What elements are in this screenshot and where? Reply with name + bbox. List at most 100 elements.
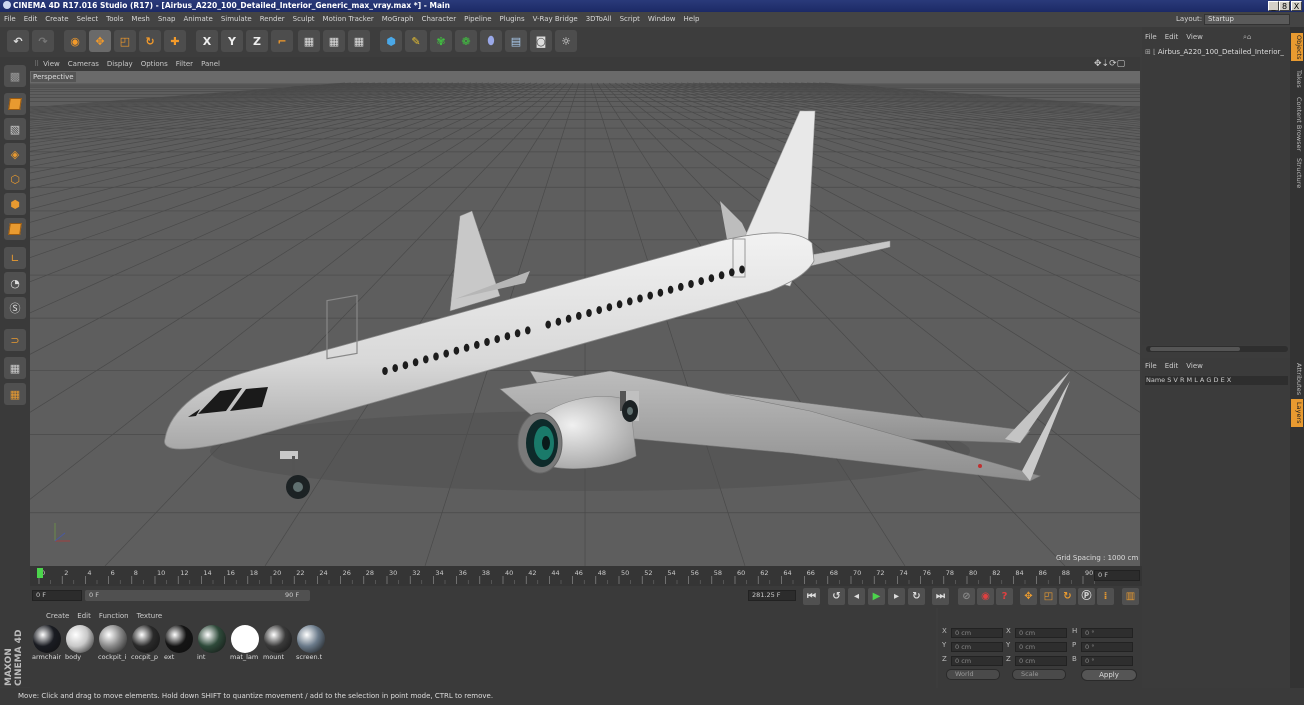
camera-icon[interactable]: ◙ bbox=[530, 30, 552, 52]
magnet-icon[interactable]: ⊃ bbox=[4, 329, 26, 351]
move-tool-icon[interactable]: ✥ bbox=[89, 30, 111, 52]
make-editable-icon[interactable]: ▩ bbox=[4, 65, 26, 87]
menu-vray-bridge[interactable]: V-Ray Bridge bbox=[533, 15, 578, 23]
axis-mode-icon[interactable]: ∟ bbox=[4, 247, 26, 269]
fps-field[interactable]: 281.25 F bbox=[748, 590, 796, 601]
menu-render[interactable]: Render bbox=[260, 15, 285, 23]
next-key-icon[interactable]: ↻ bbox=[908, 588, 925, 605]
record-disabled-icon[interactable]: ⊘ bbox=[958, 588, 975, 605]
viewport-view-menu[interactable]: View bbox=[43, 60, 60, 68]
apply-button[interactable]: Apply bbox=[1081, 669, 1137, 681]
layout-select[interactable]: Startup bbox=[1204, 14, 1290, 25]
viewport-options-menu[interactable]: Options bbox=[141, 60, 168, 68]
viewport-display-menu[interactable]: Display bbox=[107, 60, 133, 68]
light-icon[interactable]: ☼ bbox=[555, 30, 577, 52]
tweak-icon[interactable]: ◔ bbox=[4, 272, 26, 294]
tab-objects[interactable]: Objects bbox=[1291, 33, 1303, 61]
material-function-menu[interactable]: Function bbox=[99, 612, 129, 620]
key-pla-icon[interactable]: ⁞ bbox=[1097, 588, 1114, 605]
material-swatch[interactable]: cocpit_p bbox=[131, 625, 161, 661]
material-swatch[interactable]: mat_lam bbox=[230, 625, 260, 661]
coord-value-field[interactable]: 0 cm bbox=[1015, 642, 1067, 652]
live-selection-icon[interactable]: ◉ bbox=[64, 30, 86, 52]
material-create-menu[interactable]: Create bbox=[46, 612, 69, 620]
y-axis-button[interactable]: Y bbox=[221, 30, 243, 52]
snapping-icon[interactable]: Ⓢ bbox=[4, 297, 26, 319]
menu-edit[interactable]: Edit bbox=[24, 15, 38, 23]
workplane-icon[interactable]: ◈ bbox=[4, 143, 26, 165]
coordinate-mode-select[interactable]: Scale bbox=[1012, 669, 1066, 680]
object-manager-scrollbar[interactable] bbox=[1146, 346, 1288, 352]
coord-value-field[interactable]: 0 cm bbox=[951, 628, 1003, 638]
render-picture-viewer-icon[interactable]: ▦ bbox=[323, 30, 345, 52]
key-position-icon[interactable]: ✥ bbox=[1020, 588, 1037, 605]
tab-takes[interactable]: Takes bbox=[1291, 67, 1303, 91]
menu-snap[interactable]: Snap bbox=[158, 15, 176, 23]
menu-tools[interactable]: Tools bbox=[106, 15, 123, 23]
minimize-button[interactable]: _ bbox=[1268, 1, 1279, 11]
menu-create[interactable]: Create bbox=[45, 15, 68, 23]
menu-select[interactable]: Select bbox=[77, 15, 99, 23]
pen-spline-icon[interactable]: ✎ bbox=[405, 30, 427, 52]
render-view-icon[interactable]: ▦ bbox=[298, 30, 320, 52]
go-to-end-icon[interactable]: ⏭ bbox=[932, 588, 949, 605]
menu-motion-tracker[interactable]: Motion Tracker bbox=[323, 15, 374, 23]
undo-icon[interactable]: ↶ bbox=[7, 30, 29, 52]
viewport-filter-menu[interactable]: Filter bbox=[176, 60, 193, 68]
subdivision-icon[interactable]: ✾ bbox=[430, 30, 452, 52]
cube-object-icon[interactable]: ⬢ bbox=[380, 30, 402, 52]
planar-workplane-icon[interactable]: ▦ bbox=[4, 383, 26, 405]
objects-view-menu[interactable]: View bbox=[1186, 33, 1203, 41]
material-swatch[interactable]: screen.t bbox=[296, 625, 326, 661]
texture-mode-icon[interactable]: ▧ bbox=[4, 118, 26, 140]
key-rotation-icon[interactable]: ↻ bbox=[1059, 588, 1076, 605]
close-button[interactable]: X bbox=[1291, 1, 1302, 11]
layers-view-menu[interactable]: View bbox=[1186, 362, 1203, 370]
timeline-window-icon[interactable]: ▥ bbox=[1122, 588, 1139, 605]
viewport-cameras-menu[interactable]: Cameras bbox=[68, 60, 99, 68]
go-to-start-icon[interactable]: ⏮ bbox=[803, 588, 820, 605]
play-icon[interactable]: ▶ bbox=[868, 588, 885, 605]
menu-mograph[interactable]: MoGraph bbox=[382, 15, 414, 23]
material-swatch[interactable]: int bbox=[197, 625, 227, 661]
playhead-marker[interactable] bbox=[37, 568, 43, 578]
objects-edit-menu[interactable]: Edit bbox=[1165, 33, 1179, 41]
tab-content-browser[interactable]: Content Browser bbox=[1291, 95, 1303, 153]
material-swatch[interactable]: cockpit_i bbox=[98, 625, 128, 661]
coord-value-field[interactable]: 0 cm bbox=[951, 656, 1003, 666]
next-frame-icon[interactable]: ▸ bbox=[888, 588, 905, 605]
start-frame-field[interactable]: 0 F bbox=[32, 590, 82, 601]
model-mode-icon[interactable] bbox=[4, 93, 26, 115]
coordinate-space-select[interactable]: World bbox=[946, 669, 1000, 680]
timeline-ruler[interactable]: 0 2 4 6 8 10 12 14 16 18 20 22 24 26 28 30 32 34 36 38 40 42 4… bbox=[30, 566, 1142, 586]
menu-sculpt[interactable]: Sculpt bbox=[293, 15, 315, 23]
key-param-icon[interactable]: Ⓟ bbox=[1078, 588, 1095, 605]
objects-file-menu[interactable]: File bbox=[1145, 33, 1157, 41]
coord-value-field[interactable]: 0 cm bbox=[1015, 628, 1067, 638]
coord-value-field[interactable]: 0 ° bbox=[1081, 628, 1133, 638]
add-tool-icon[interactable]: ✚ bbox=[164, 30, 186, 52]
viewport-panel-menu[interactable]: Panel bbox=[201, 60, 220, 68]
material-texture-menu[interactable]: Texture bbox=[137, 612, 163, 620]
coordinate-system-icon[interactable]: ⌐ bbox=[271, 30, 293, 52]
menu-script[interactable]: Script bbox=[620, 15, 640, 23]
menu-simulate[interactable]: Simulate bbox=[221, 15, 252, 23]
menu-3dtoall[interactable]: 3DToAll bbox=[586, 15, 612, 23]
render-settings-icon[interactable]: ▦ bbox=[348, 30, 370, 52]
layers-edit-menu[interactable]: Edit bbox=[1165, 362, 1179, 370]
coord-value-field[interactable]: 0 ° bbox=[1081, 656, 1133, 666]
material-swatch[interactable]: mount bbox=[263, 625, 293, 661]
tab-layers[interactable]: Layers bbox=[1291, 399, 1303, 427]
menu-character[interactable]: Character bbox=[422, 15, 457, 23]
material-swatch[interactable]: ext bbox=[164, 625, 194, 661]
z-axis-button[interactable]: Z bbox=[246, 30, 268, 52]
material-swatch[interactable]: armchair bbox=[32, 625, 62, 661]
tab-structure[interactable]: Structure bbox=[1291, 155, 1303, 191]
material-swatch[interactable]: body bbox=[65, 625, 95, 661]
prev-frame-icon[interactable]: ◂ bbox=[848, 588, 865, 605]
coord-value-field[interactable]: 0 ° bbox=[1081, 642, 1133, 652]
object-tree-item[interactable]: ⊞ ⌊ Airbus_A220_100_Detailed_Interior_ bbox=[1145, 48, 1284, 56]
object-search-icon[interactable]: ⌕⌂ bbox=[1243, 33, 1251, 42]
scale-tool-icon[interactable]: ◰ bbox=[114, 30, 136, 52]
lock-workplane-icon[interactable]: ▦ bbox=[4, 357, 26, 379]
